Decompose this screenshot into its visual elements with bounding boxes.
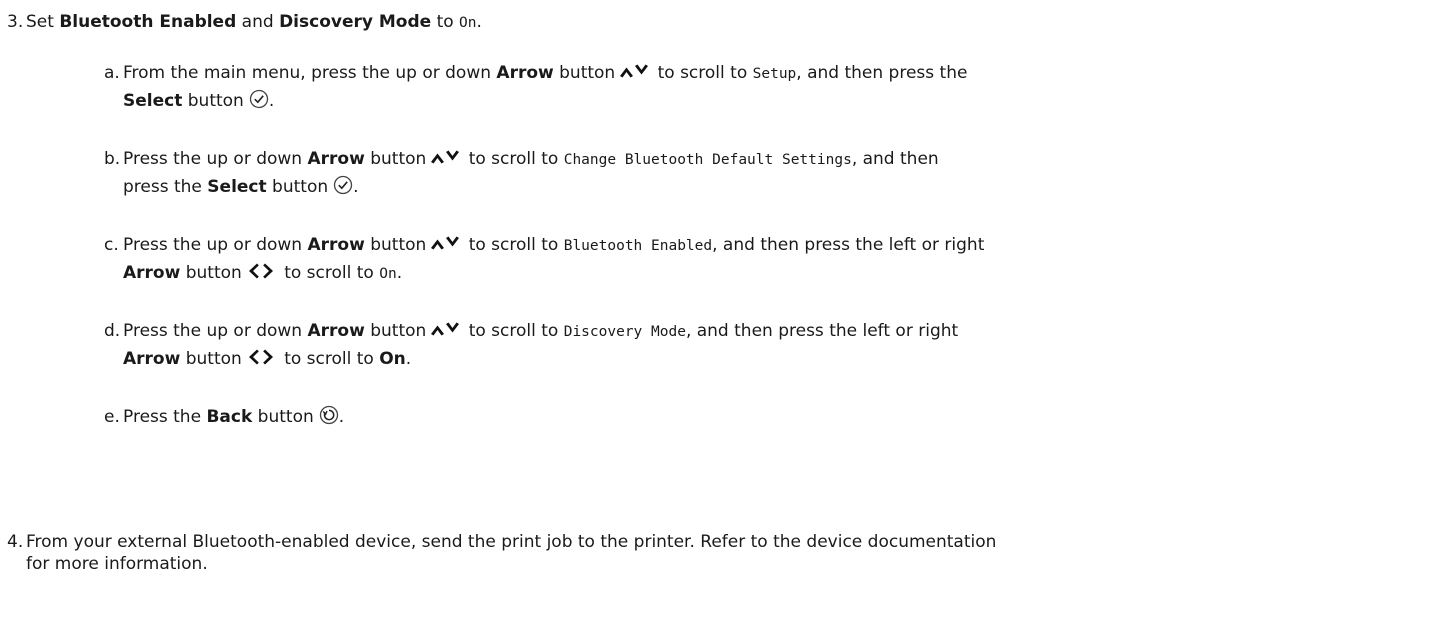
- left-right-arrow-buttons-icon: [246, 348, 276, 366]
- substep-text: From the main menu, press the up or down…: [123, 63, 968, 111]
- substep-letter: a.: [104, 63, 120, 83]
- left-right-arrow-buttons-icon: [246, 262, 276, 280]
- substep-text: Press the up or down Arrow button to scr…: [123, 321, 959, 369]
- select-button-icon: [249, 89, 269, 109]
- substep-letter: b.: [104, 149, 121, 169]
- up-down-arrow-buttons-icon: [430, 235, 460, 251]
- substep-d: d. Press the up or down Arrow button to …: [104, 318, 1441, 373]
- substep-text: Press the up or down Arrow button to scr…: [123, 149, 939, 197]
- substep-letter: c.: [104, 235, 119, 255]
- step-text: From your external Bluetooth-enabled dev…: [26, 532, 997, 574]
- step-number: 4.: [7, 532, 24, 552]
- substep-c: c. Press the up or down Arrow button to …: [104, 232, 1441, 288]
- up-down-arrow-buttons-icon: [430, 149, 460, 165]
- up-down-arrow-buttons-icon: [430, 321, 460, 337]
- step-3: 3. Set Bluetooth Enabled and Discovery M…: [7, 11, 1441, 34]
- substep-a: a. From the main menu, press the up or d…: [104, 60, 1441, 115]
- back-button-icon: [319, 405, 339, 425]
- substep-e: e. Press the Back button.: [104, 404, 1441, 431]
- substep-text: Press the up or down Arrow button to scr…: [123, 235, 985, 283]
- substep-b: b. Press the up or down Arrow button to …: [104, 146, 1441, 201]
- step-text: Set Bluetooth Enabled and Discovery Mode…: [26, 12, 482, 32]
- step-number: 3.: [7, 12, 24, 32]
- substep-letter: d.: [104, 321, 121, 341]
- substep-text: Press the Back button.: [123, 405, 345, 427]
- select-button-icon: [333, 175, 353, 195]
- up-down-arrow-buttons-icon: [619, 63, 649, 79]
- substep-letter: e.: [104, 407, 120, 427]
- step-4: 4. From your external Bluetooth-enabled …: [7, 531, 1441, 575]
